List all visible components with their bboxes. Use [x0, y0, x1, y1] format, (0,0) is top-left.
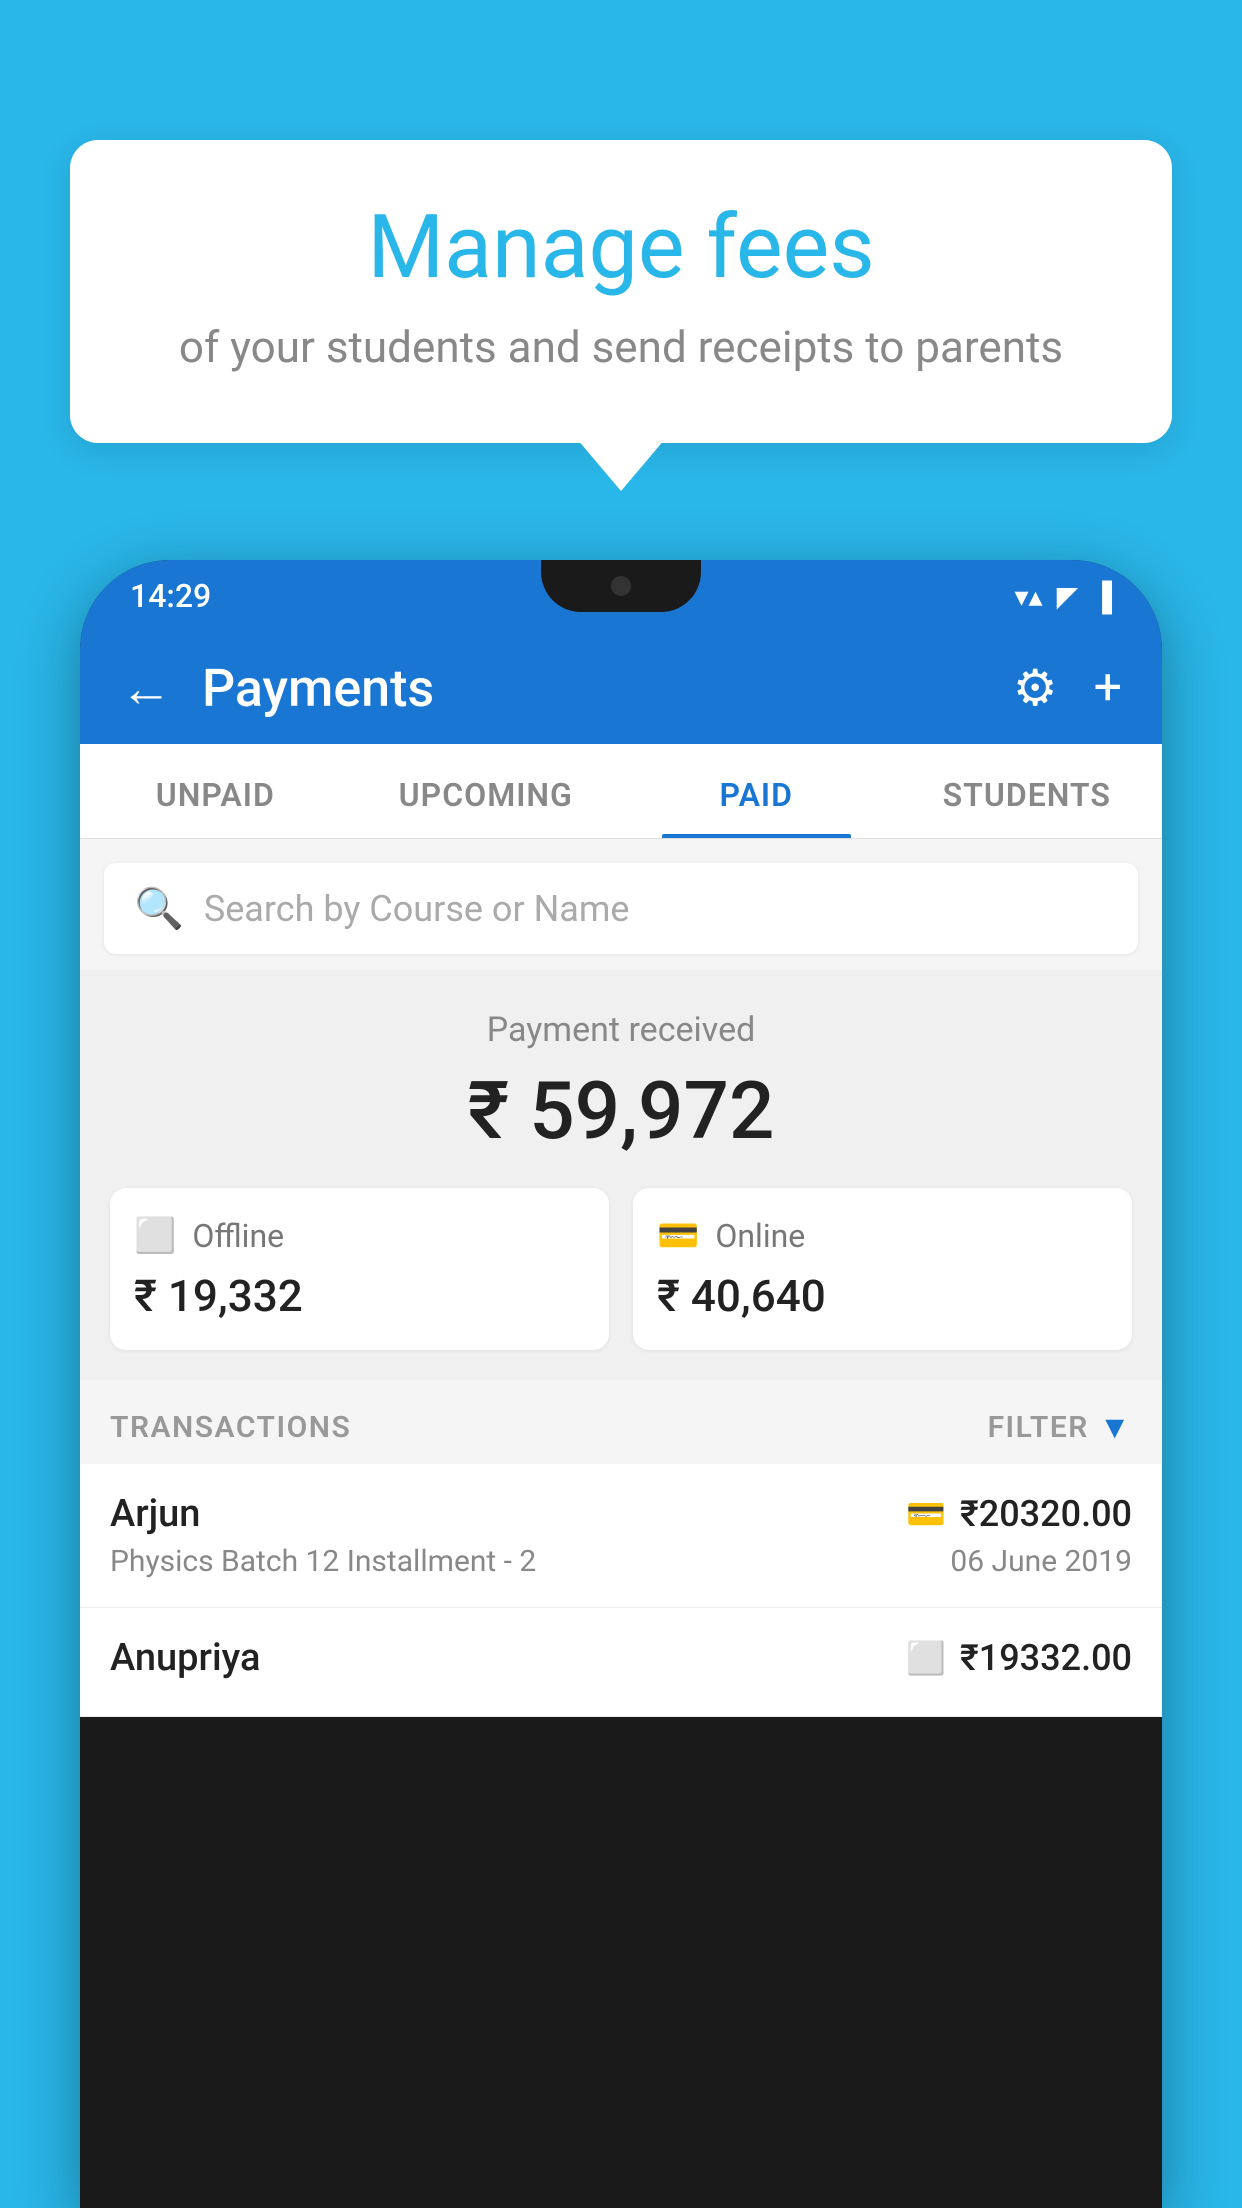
offline-payment-icon-1: ⬜ — [906, 1639, 946, 1677]
online-icon: 💳 — [657, 1216, 699, 1256]
signal-icon: ◤ — [1057, 580, 1079, 613]
screen-content: 🔍 Search by Course or Name Payment recei… — [80, 839, 1162, 1717]
transaction-amount-1: ₹19332.00 — [960, 1637, 1132, 1679]
bubble-subtitle: of your students and send receipts to pa… — [130, 321, 1112, 373]
bubble-title: Manage fees — [130, 200, 1112, 297]
online-amount: ₹ 40,640 — [657, 1270, 1108, 1322]
tab-upcoming[interactable]: UPCOMING — [351, 744, 622, 838]
transactions-label: TRANSACTIONS — [110, 1410, 351, 1445]
transaction-date-0: 06 June 2019 — [950, 1544, 1132, 1579]
table-row[interactable]: Anupriya ⬜ ₹19332.00 — [80, 1608, 1162, 1717]
app-bar-title: Payments — [202, 658, 983, 719]
offline-card-header: ⬜ Offline — [134, 1216, 585, 1256]
status-time: 14:29 — [130, 577, 211, 615]
filter-icon: ▼ — [1099, 1408, 1132, 1446]
search-placeholder: Search by Course or Name — [204, 888, 630, 930]
filter-label: FILTER — [988, 1410, 1089, 1445]
payment-cards: ⬜ Offline ₹ 19,332 💳 Online ₹ 40,640 — [110, 1188, 1132, 1350]
tab-students[interactable]: STUDENTS — [892, 744, 1163, 838]
app-bar-actions: ⚙ + — [1013, 659, 1122, 718]
offline-label: Offline — [192, 1217, 284, 1255]
online-payment-card: 💳 Online ₹ 40,640 — [633, 1188, 1132, 1350]
app-bar: ← Payments ⚙ + — [80, 632, 1162, 744]
payment-total-amount: ₹ 59,972 — [110, 1064, 1132, 1158]
offline-amount: ₹ 19,332 — [134, 1270, 585, 1322]
phone-frame: 14:29 ▾▴ ◤ ▐ ← Payments ⚙ + UNPAID UPCOM… — [80, 560, 1162, 2208]
transaction-desc-0: Physics Batch 12 Installment - 2 — [110, 1544, 536, 1579]
transaction-name-0: Arjun — [110, 1492, 200, 1536]
tab-unpaid[interactable]: UNPAID — [80, 744, 351, 838]
transaction-name-1: Anupriya — [110, 1636, 260, 1680]
transaction-amount-0: ₹20320.00 — [960, 1493, 1132, 1535]
offline-icon: ⬜ — [134, 1216, 176, 1256]
notch — [541, 560, 701, 612]
online-label: Online — [715, 1217, 805, 1255]
transaction-amount-wrap-0: 💳 ₹20320.00 — [906, 1493, 1132, 1535]
transaction-bottom-0: Physics Batch 12 Installment - 2 06 June… — [110, 1544, 1132, 1579]
online-card-header: 💳 Online — [657, 1216, 1108, 1256]
status-bar: 14:29 ▾▴ ◤ ▐ — [80, 560, 1162, 632]
table-row[interactable]: Arjun 💳 ₹20320.00 Physics Batch 12 Insta… — [80, 1464, 1162, 1608]
speech-bubble: Manage fees of your students and send re… — [70, 140, 1172, 443]
back-button[interactable]: ← — [120, 658, 172, 719]
tab-paid[interactable]: PAID — [621, 744, 892, 838]
search-icon: 🔍 — [134, 885, 184, 932]
tab-bar: UNPAID UPCOMING PAID STUDENTS — [80, 744, 1162, 839]
online-payment-icon-0: 💳 — [906, 1495, 946, 1533]
transaction-amount-wrap-1: ⬜ ₹19332.00 — [906, 1637, 1132, 1679]
battery-icon: ▐ — [1092, 580, 1112, 613]
status-icons: ▾▴ ◤ ▐ — [1015, 580, 1113, 613]
offline-payment-card: ⬜ Offline ₹ 19,332 — [110, 1188, 609, 1350]
wifi-icon: ▾▴ — [1015, 580, 1043, 613]
filter-button[interactable]: FILTER ▼ — [988, 1408, 1132, 1446]
payment-received-label: Payment received — [110, 1010, 1132, 1050]
transaction-list: Arjun 💳 ₹20320.00 Physics Batch 12 Insta… — [80, 1464, 1162, 1717]
transactions-header: TRANSACTIONS FILTER ▼ — [80, 1380, 1162, 1464]
search-bar[interactable]: 🔍 Search by Course or Name — [104, 863, 1138, 954]
camera-dot — [611, 576, 631, 596]
gear-icon[interactable]: ⚙ — [1013, 659, 1058, 718]
add-button[interactable]: + — [1094, 659, 1122, 717]
transaction-top-0: Arjun 💳 ₹20320.00 — [110, 1492, 1132, 1536]
transaction-top-1: Anupriya ⬜ ₹19332.00 — [110, 1636, 1132, 1680]
payment-summary: Payment received ₹ 59,972 ⬜ Offline ₹ 19… — [80, 970, 1162, 1380]
